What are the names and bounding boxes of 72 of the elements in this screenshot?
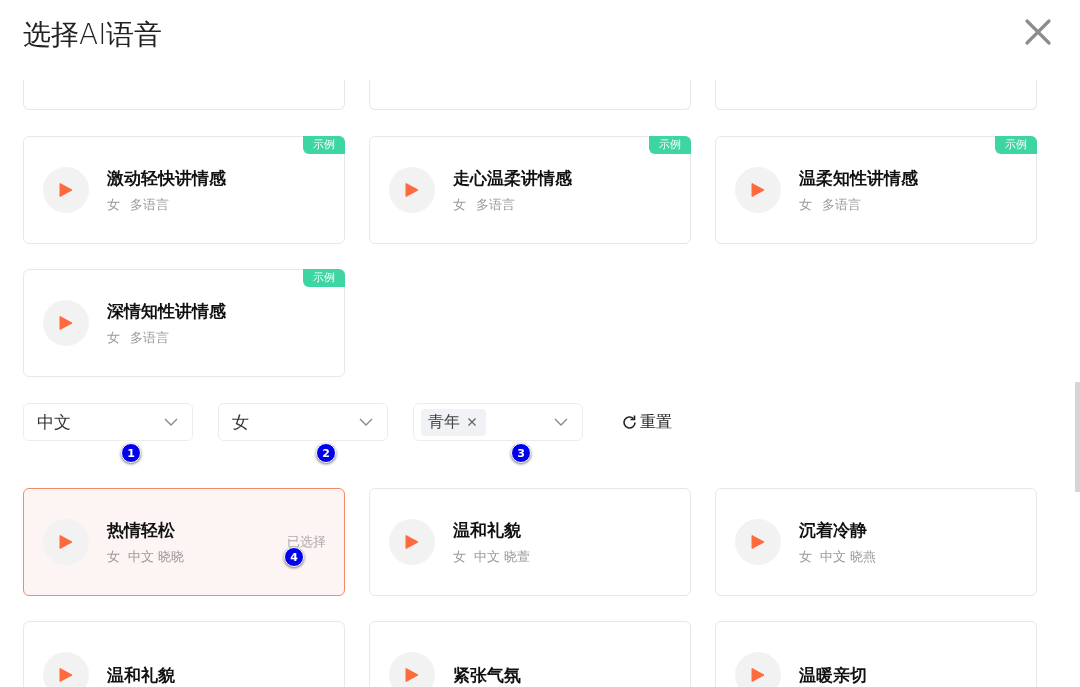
voice-details: 女 中文 晓晓 xyxy=(107,547,185,566)
voice-name: 走心温柔讲情感 xyxy=(453,166,572,190)
voice-card[interactable]: 温和礼貌 xyxy=(23,621,345,687)
play-button[interactable] xyxy=(43,300,89,346)
play-icon xyxy=(59,182,73,198)
voice-language: 多语言 xyxy=(476,195,515,214)
remove-icon[interactable] xyxy=(467,417,477,427)
voice-language: 多语言 xyxy=(822,195,861,214)
play-button[interactable] xyxy=(735,167,781,213)
play-icon xyxy=(751,534,765,550)
play-button[interactable] xyxy=(735,519,781,565)
play-icon xyxy=(405,182,419,198)
voice-name: 温和礼貌 xyxy=(107,663,175,687)
play-icon xyxy=(405,534,419,550)
filter-dropdown[interactable]: 女 xyxy=(218,403,388,441)
play-button[interactable] xyxy=(389,519,435,565)
voice-card[interactable]: 示例 深情知性讲情感 女 多语言 xyxy=(23,269,345,377)
voice-details: 女 中文 晓燕 xyxy=(799,547,877,566)
play-icon xyxy=(59,667,73,683)
filter-dropdown[interactable]: 青年 xyxy=(413,403,583,441)
voice-card[interactable]: 示例 温柔知性讲情感 女 多语言 xyxy=(715,136,1037,244)
annotation-marker: 3 xyxy=(511,443,531,463)
voice-gender: 女 xyxy=(107,195,120,214)
play-icon xyxy=(405,667,419,683)
voice-language: 多语言 xyxy=(130,195,169,214)
play-icon xyxy=(59,534,73,550)
voice-card[interactable]: 沉着冷静 女 中文 晓燕 xyxy=(715,488,1037,596)
play-button[interactable] xyxy=(43,652,89,687)
voice-card[interactable]: 温和礼貌 女 中文 晓萱 xyxy=(369,488,691,596)
sample-tag: 示例 xyxy=(995,136,1037,154)
play-button[interactable] xyxy=(735,652,781,687)
play-button[interactable] xyxy=(43,519,89,565)
voice-name: 温和礼貌 xyxy=(453,518,522,542)
play-icon xyxy=(751,667,765,683)
voice-name: 温柔知性讲情感 xyxy=(799,166,918,190)
voice-card[interactable]: 示例 激动轻快讲情感 女 多语言 xyxy=(23,136,345,244)
voice-name: 温暖亲切 xyxy=(799,663,867,687)
voice-details: 女 中文 晓萱 xyxy=(453,547,531,566)
voice-name: 沉着冷静 xyxy=(799,518,868,542)
reset-button[interactable]: 重置 xyxy=(621,411,672,433)
chevron-down-icon xyxy=(554,418,568,426)
sample-tag: 示例 xyxy=(303,269,345,287)
sample-tag: 示例 xyxy=(649,136,691,154)
dialog-title: 选择AI语音 xyxy=(23,17,163,53)
voice-card[interactable]: 热情轻松 女 中文 晓晓 已选择 4 xyxy=(23,488,345,596)
voice-gender: 女 xyxy=(453,195,466,214)
close-icon[interactable] xyxy=(1024,18,1052,46)
play-icon xyxy=(59,315,73,331)
voice-name: 深情知性讲情感 xyxy=(107,299,226,323)
sample-tag: 示例 xyxy=(303,136,345,154)
play-button[interactable] xyxy=(389,652,435,687)
annotation-marker: 2 xyxy=(316,443,336,463)
scrollbar[interactable] xyxy=(1075,382,1080,492)
voice-language: 多语言 xyxy=(130,328,169,347)
play-icon xyxy=(751,182,765,198)
chevron-down-icon xyxy=(359,418,373,426)
voice-name: 热情轻松 xyxy=(107,518,176,542)
filter-chip: 青年 xyxy=(421,408,486,436)
play-button[interactable] xyxy=(389,167,435,213)
voice-gender: 女 xyxy=(107,328,120,347)
voice-name: 紧张气氛 xyxy=(453,663,521,687)
filter-dropdown[interactable]: 中文 xyxy=(23,403,193,441)
voice-card[interactable]: 示例 走心温柔讲情感 女 多语言 xyxy=(369,136,691,244)
chevron-down-icon xyxy=(164,418,178,426)
refresh-icon xyxy=(621,413,638,431)
voice-card[interactable]: 紧张气氛 xyxy=(369,621,691,687)
annotation-marker: 4 xyxy=(284,547,304,567)
voice-name: 激动轻快讲情感 xyxy=(107,166,226,190)
annotation-marker: 1 xyxy=(121,443,141,463)
voice-card[interactable]: 温暖亲切 xyxy=(715,621,1037,687)
play-button[interactable] xyxy=(43,167,89,213)
voice-gender: 女 xyxy=(799,195,812,214)
